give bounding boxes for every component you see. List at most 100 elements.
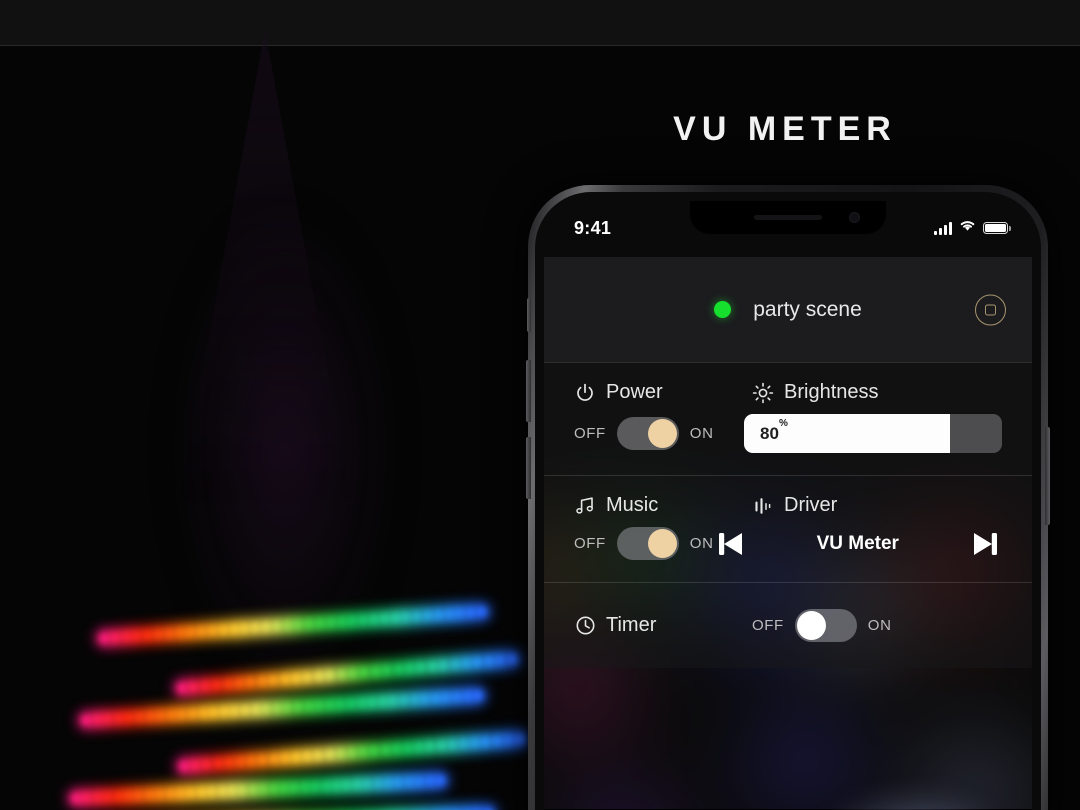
silent-switch-button[interactable] [527,298,531,332]
led-dot [424,776,435,786]
earpiece-speaker [754,215,822,220]
led-dot [335,748,346,759]
volume-down-button[interactable] [526,437,531,499]
timer-toggle-group: OFF ON [752,609,892,642]
brightness-label-group: Brightness [752,381,879,404]
led-dot [503,735,514,745]
led-dot [380,745,391,755]
led-dot [425,741,435,752]
cellular-signal-icon [934,221,952,235]
led-dot [441,692,451,703]
led-dot [279,783,289,793]
led-strip-row [71,769,460,810]
volume-up-button[interactable] [526,360,531,422]
led-dot [495,655,506,666]
led-dot [336,669,347,680]
led-dot [362,779,373,789]
equalizer-bars-icon [752,495,774,517]
led-dot [237,785,248,795]
led-dot [391,744,402,754]
led-dot [229,706,240,716]
brightness-slider[interactable]: 80% [744,414,1002,453]
music-note-icon [574,495,596,517]
led-dot [414,776,424,787]
record-stop-inner-square [985,304,996,315]
led-dot [257,755,268,765]
power-brightness-panel: Power Brightness OFF ON 80% [544,362,1032,475]
scene-summary[interactable]: party scene [544,257,1032,362]
led-dot [213,758,223,769]
led-dot [250,622,261,633]
led-dot [302,751,313,762]
led-dot [462,691,473,702]
skip-next-icon[interactable] [968,529,1002,559]
power-label: Power [606,381,663,403]
led-strip-row [179,727,541,778]
led-dot [250,704,261,715]
led-dot [280,753,290,763]
led-dot [404,777,414,787]
led-dot [165,788,175,799]
music-label-group: Music [574,494,752,517]
led-dot [207,625,217,636]
led-dot [269,783,279,794]
skip-previous-icon[interactable] [714,529,748,559]
led-dot [325,670,335,681]
power-toggle-knob [647,419,677,448]
led-dot [367,697,377,708]
led-dot [291,752,301,763]
record-stop-icon[interactable] [975,294,1006,325]
led-dot [201,759,212,770]
led-dot [245,677,256,688]
led-dot [177,683,188,693]
led-dot [310,781,321,792]
led-dot [422,610,433,621]
timer-toggle[interactable] [794,609,857,642]
power-side-button[interactable] [1045,427,1050,525]
scene-status-dot [714,301,732,318]
led-dot [303,701,314,712]
led-dot [372,778,383,789]
led-dot [450,659,460,670]
led-dot [368,614,379,625]
led-dot [211,680,222,691]
notch [690,201,886,234]
led-dot [176,709,187,720]
led-dot [435,775,445,786]
wifi-icon [959,219,976,237]
music-driver-panel: Music Driver OFF ON VU Meter [544,475,1032,582]
power-toggle[interactable] [616,417,679,450]
led-dot [313,671,324,682]
music-toggle-group: OFF ON [574,527,714,560]
sun-brightness-icon [752,382,774,404]
led-dot [472,657,483,668]
music-label: Music [606,494,659,516]
led-dot [179,761,190,771]
led-dot [187,708,198,719]
led-dot [272,621,282,631]
status-bar: 9:41 [544,201,1032,257]
led-dot [81,715,92,725]
led-dot [175,628,185,638]
music-toggle[interactable] [616,527,679,560]
led-dot [113,791,123,801]
led-dot [359,667,370,678]
led-dot [506,654,517,665]
led-dot [142,630,153,640]
led-dot [388,696,399,706]
led-dot [164,628,174,639]
led-strip-row [99,600,502,650]
led-dot [346,698,356,709]
led-dot [369,746,380,756]
led-dot [492,736,502,746]
top-band [0,0,1080,45]
led-dot [451,692,462,702]
timer-label-group: Timer [574,614,752,637]
power-brightness-controls: OFF ON 80% [544,404,1032,475]
led-dot [123,791,134,801]
led-dot [246,755,257,766]
led-dot [347,668,358,679]
led-dot [82,793,92,803]
led-dot [166,710,176,720]
led-dot [352,779,362,790]
